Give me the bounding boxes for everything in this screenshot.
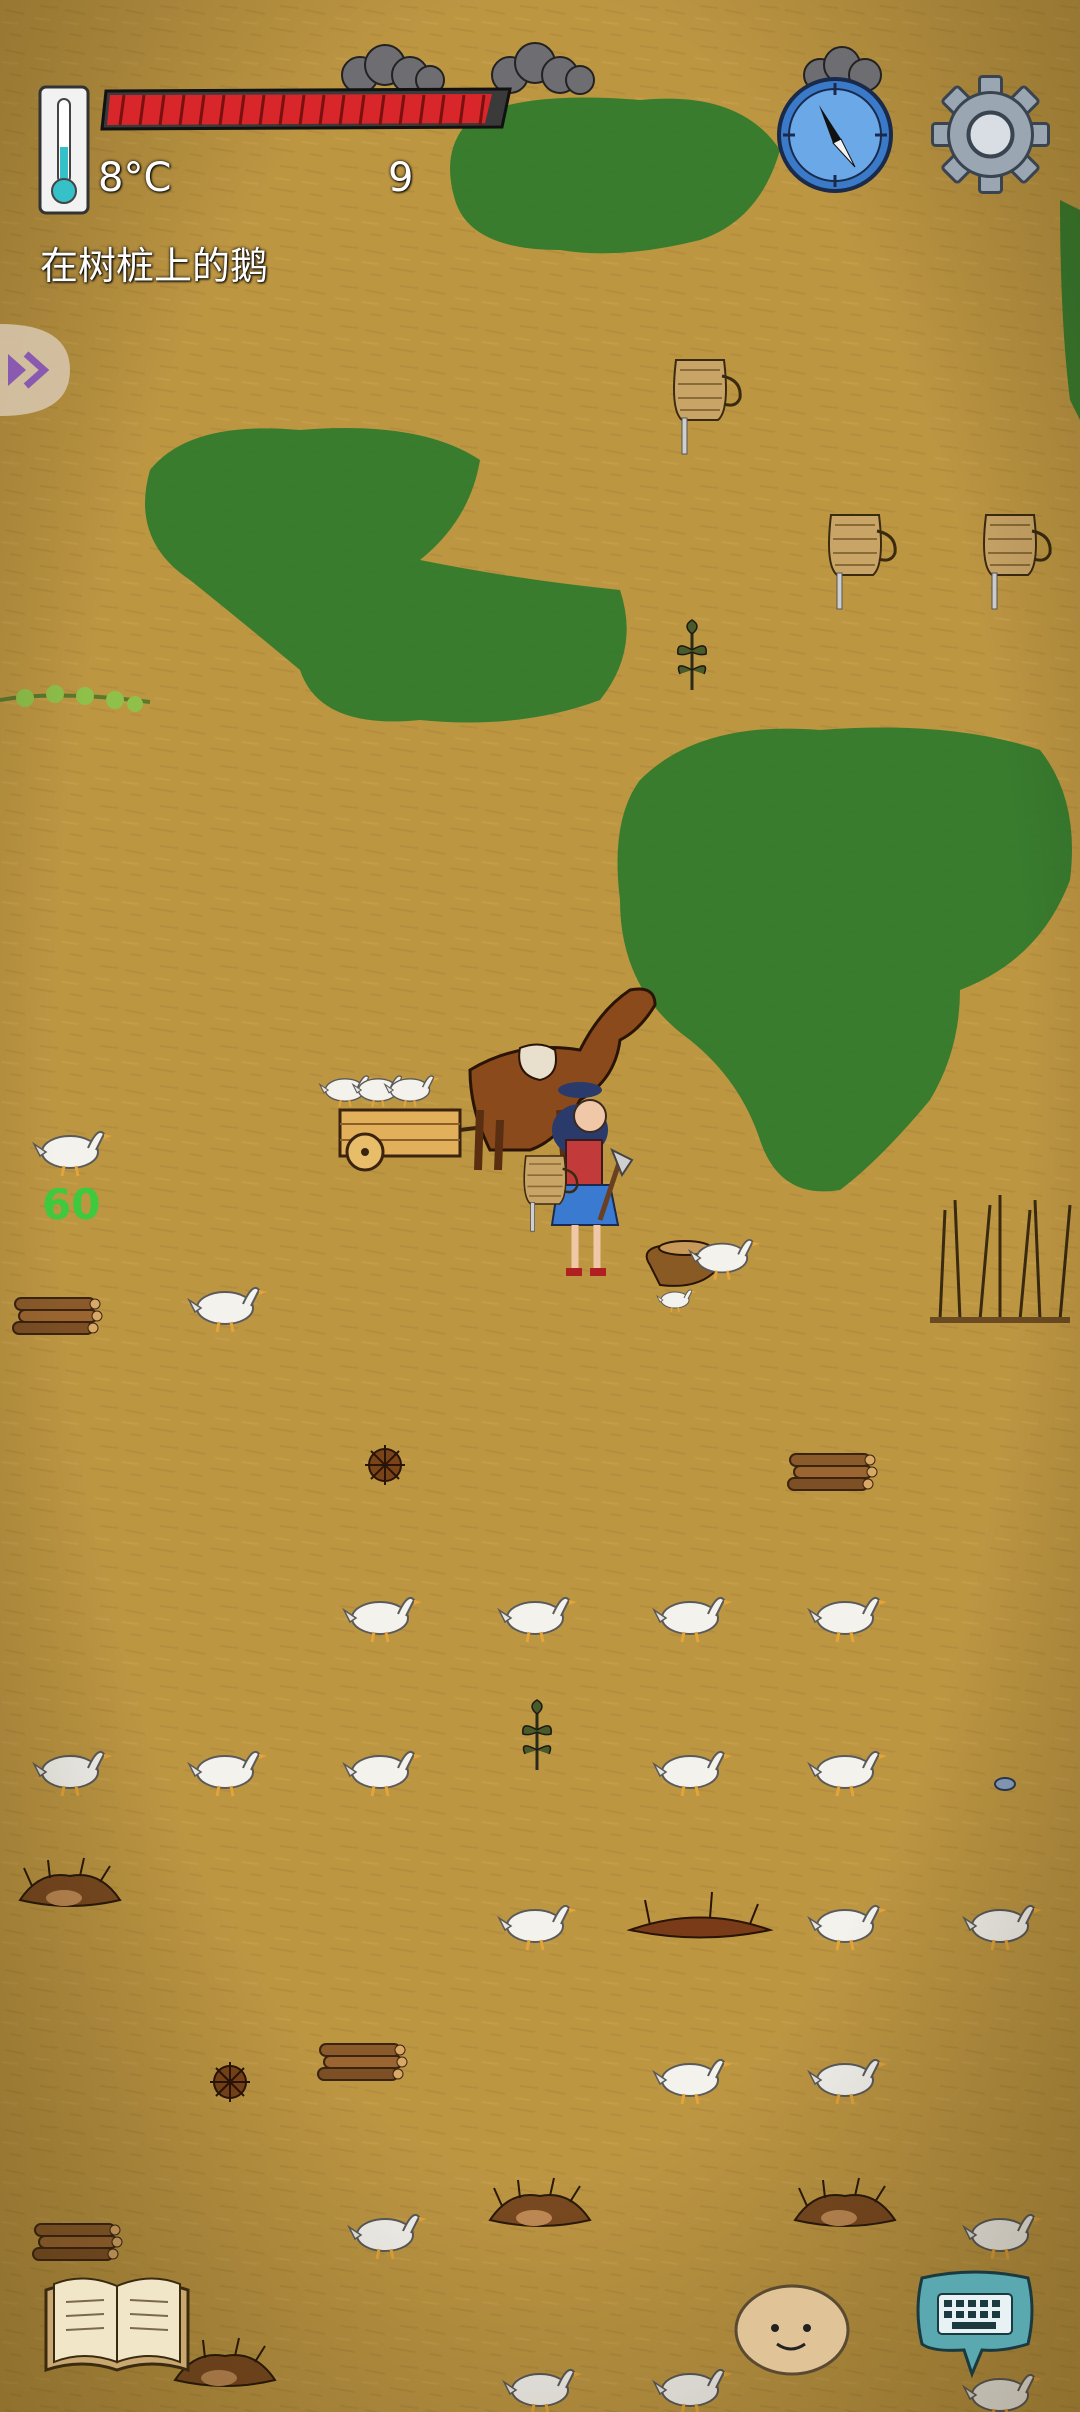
- expand-arrows-icon[interactable]: [0, 320, 72, 420]
- keyboard-icon[interactable]: [912, 2270, 1038, 2382]
- temperature-readout: 8°C: [98, 155, 172, 201]
- firewood-pile[interactable]: [787, 1453, 878, 1491]
- book-icon[interactable]: [42, 2270, 192, 2375]
- thermometer-icon[interactable]: [38, 85, 90, 215]
- gear-icon[interactable]: [928, 72, 1053, 197]
- hover-object-label: 在树桩上的鹅: [40, 244, 269, 288]
- game-world[interactable]: [0, 0, 1080, 2412]
- floating-number: 60: [42, 1180, 101, 1229]
- small-stone[interactable]: [994, 1777, 1016, 1791]
- burdock-burr[interactable]: [364, 1444, 406, 1486]
- face-icon[interactable]: [733, 2278, 851, 2378]
- health-bar: [100, 85, 515, 131]
- firewood-pile[interactable]: [12, 1297, 103, 1335]
- food-counter: 9: [388, 155, 414, 201]
- burdock-burr[interactable]: [209, 2061, 251, 2103]
- firewood-pile[interactable]: [32, 2223, 123, 2261]
- firewood-pile[interactable]: [317, 2043, 408, 2081]
- compass-icon[interactable]: [775, 75, 895, 195]
